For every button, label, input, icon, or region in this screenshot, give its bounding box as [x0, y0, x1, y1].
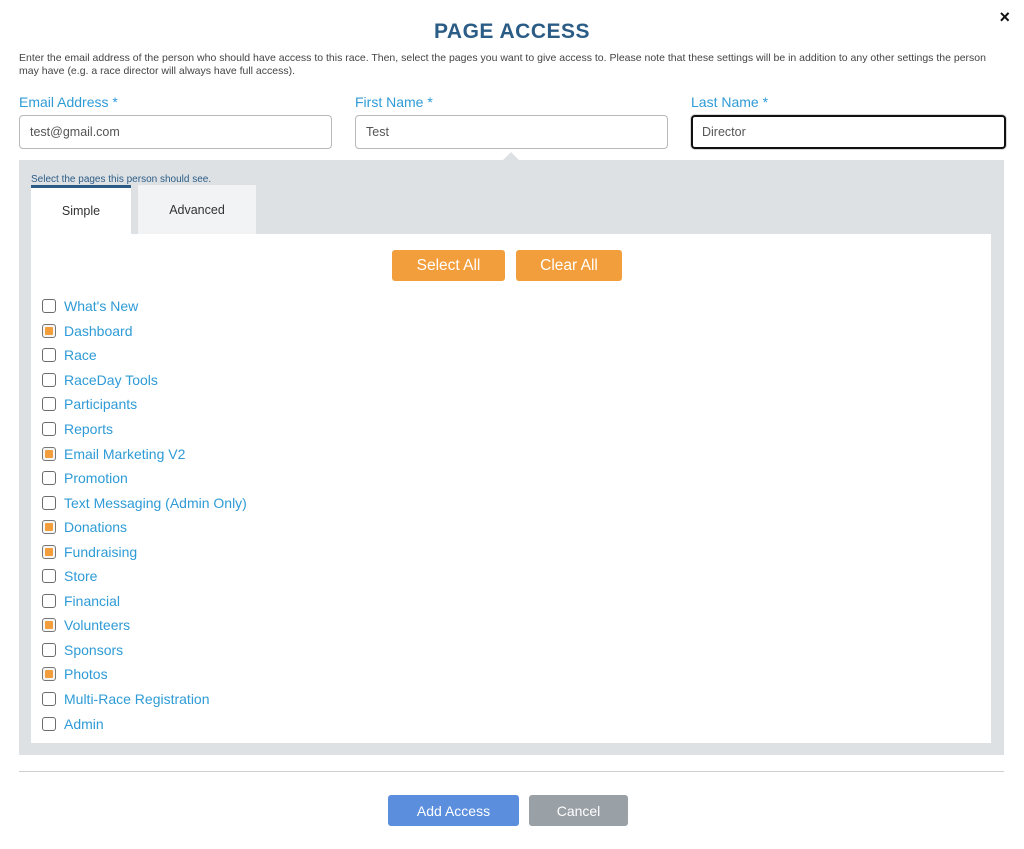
- page-list-item[interactable]: Text Messaging (Admin Only): [42, 490, 247, 515]
- page-list-item[interactable]: Financial: [42, 589, 247, 614]
- page-label: Sponsors: [64, 641, 124, 658]
- page-checkbox[interactable]: [42, 323, 56, 338]
- checkbox-checked-mark: [45, 621, 53, 630]
- page-list-item[interactable]: Participants: [42, 392, 247, 417]
- email-field-group: Email Address *: [19, 94, 332, 149]
- page-checkbox[interactable]: [42, 544, 56, 559]
- panel-pointer: [503, 152, 519, 160]
- page-checkbox[interactable]: [42, 446, 56, 461]
- page-checkbox[interactable]: [42, 348, 56, 363]
- add-access-button[interactable]: Add Access: [388, 795, 519, 826]
- page-checkbox-list: What's New Dashboard Race RaceDay Tools Part…: [42, 294, 247, 736]
- page-list-item[interactable]: Store: [42, 564, 247, 589]
- email-input[interactable]: [19, 115, 332, 149]
- simple-tab-content: Select All Clear All What's New Dashboard…: [31, 234, 991, 743]
- page-list-item[interactable]: Donations: [42, 515, 247, 540]
- page-label: Admin: [64, 715, 104, 732]
- page-checkbox[interactable]: [42, 422, 56, 436]
- page-checkbox[interactable]: [42, 593, 56, 608]
- page-checkbox[interactable]: [42, 397, 56, 412]
- page-checkbox[interactable]: [42, 692, 56, 707]
- footer-divider: [19, 771, 1004, 772]
- checkbox-checked-mark: [45, 326, 53, 335]
- page-list-item[interactable]: Admin: [42, 711, 247, 736]
- page-list-item[interactable]: Fundraising: [42, 539, 247, 564]
- pages-hint: Select the pages this person should see.: [31, 174, 212, 185]
- first-name-input[interactable]: [355, 115, 668, 149]
- last-name-input[interactable]: [691, 115, 1006, 149]
- last-name-label: Last Name *: [691, 94, 769, 110]
- cancel-button[interactable]: Cancel: [529, 795, 628, 826]
- tab-simple[interactable]: Simple: [31, 185, 131, 234]
- page-label: Race: [64, 347, 97, 364]
- page-list-item[interactable]: Race: [42, 343, 247, 368]
- page-checkbox[interactable]: [42, 642, 56, 657]
- page-list-item[interactable]: Photos: [42, 662, 247, 687]
- page-list-item[interactable]: Reports: [42, 417, 247, 442]
- page-checkbox[interactable]: [42, 667, 56, 682]
- page-checkbox[interactable]: [42, 569, 56, 584]
- checkbox-checked-mark: [45, 449, 53, 458]
- select-all-button[interactable]: Select All: [392, 250, 505, 281]
- page-label: RaceDay Tools: [64, 371, 158, 388]
- page-list-item[interactable]: Dashboard: [42, 319, 247, 344]
- pages-panel: Select the pages this person should see.…: [19, 160, 1004, 755]
- intro-text: Enter the email address of the person wh…: [19, 52, 986, 77]
- page-label: Photos: [64, 666, 108, 683]
- checkbox-checked-mark: [45, 547, 53, 556]
- page-label: Fundraising: [64, 543, 138, 560]
- clear-all-button[interactable]: Clear All: [516, 250, 622, 281]
- page-label: Financial: [64, 592, 121, 609]
- page-list-item[interactable]: Multi-Race Registration: [42, 687, 247, 712]
- page-checkbox[interactable]: [42, 716, 56, 731]
- page-label: Email Marketing V2: [64, 445, 186, 462]
- page-checkbox[interactable]: [42, 372, 56, 387]
- checkbox-checked-mark: [45, 670, 53, 679]
- checkbox-checked-mark: [45, 523, 53, 532]
- last-name-field-group: Last Name *: [691, 94, 1006, 149]
- page-list-item[interactable]: Promotion: [42, 466, 247, 491]
- page-list-item[interactable]: Email Marketing V2: [42, 441, 247, 466]
- page-checkbox[interactable]: [42, 471, 56, 486]
- page-label: Donations: [64, 519, 128, 536]
- first-name-field-group: First Name *: [355, 94, 668, 149]
- page-list-item[interactable]: Sponsors: [42, 638, 247, 663]
- page-label: Promotion: [64, 470, 128, 487]
- dialog-title: PAGE ACCESS: [433, 20, 591, 43]
- page-label: Multi-Race Registration: [64, 691, 210, 708]
- page-checkbox[interactable]: [42, 520, 56, 535]
- page-label: Dashboard: [64, 322, 133, 339]
- page-checkbox[interactable]: [42, 299, 56, 314]
- tab-advanced[interactable]: Advanced: [138, 185, 256, 234]
- page-list-item[interactable]: RaceDay Tools: [42, 368, 247, 393]
- page-checkbox[interactable]: [42, 495, 56, 510]
- page-label: Volunteers: [64, 617, 131, 634]
- page-label: Participants: [64, 396, 138, 413]
- page-label: Store: [64, 568, 98, 585]
- page-label: Text Messaging (Admin Only): [64, 494, 247, 511]
- page-list-item[interactable]: Volunteers: [42, 613, 247, 638]
- page-list-item[interactable]: What's New: [42, 294, 247, 319]
- page-label: What's New: [64, 298, 139, 315]
- page-checkbox[interactable]: [42, 618, 56, 633]
- page-label: Reports: [64, 421, 114, 437]
- first-name-label: First Name *: [355, 94, 433, 110]
- email-label: Email Address *: [19, 94, 118, 110]
